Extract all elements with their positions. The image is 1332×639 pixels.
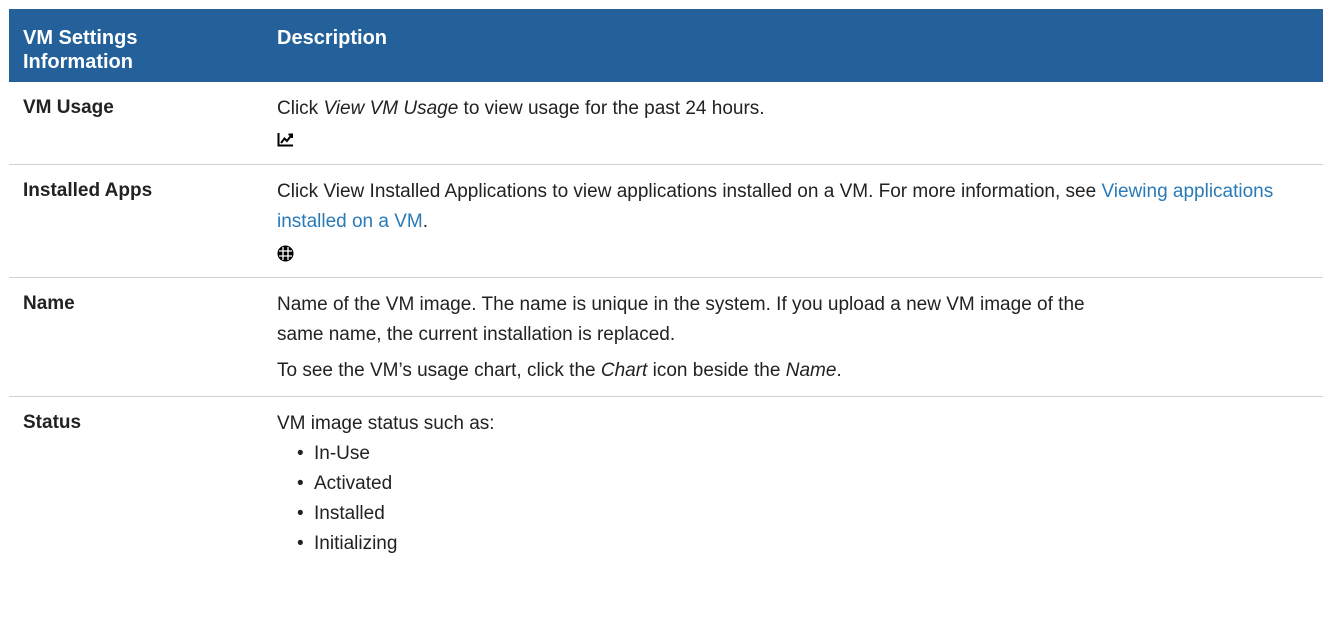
- table-row-status: Status VM image status such as: In-Use A…: [9, 397, 1323, 570]
- installed-apps-text: Click View Installed Applications to vie…: [277, 181, 1274, 232]
- row-label-vm-usage: VM Usage: [9, 82, 263, 165]
- row-label-name: Name: [9, 277, 263, 397]
- row-label-installed-apps: Installed Apps: [9, 164, 263, 278]
- grid-icon[interactable]: [277, 245, 294, 262]
- row-desc-status: VM image status such as: In-Use Activate…: [263, 397, 1323, 570]
- row-label-status: Status: [23, 412, 82, 433]
- name-para1: Name of the VM image. The name is unique…: [277, 294, 1085, 345]
- name-para2: To see the VM’s usage chart, click the C…: [277, 360, 842, 381]
- status-list: In-Use Activated Installed Initializing: [277, 439, 1309, 559]
- header-col1-text: VM Settings Information: [23, 27, 138, 73]
- list-item: In-Use: [297, 439, 1309, 469]
- vm-settings-table: VM Settings Information Description VM U…: [9, 9, 1323, 569]
- table-row-installed-apps: Installed Apps Click View Installed Appl…: [9, 164, 1323, 278]
- row-desc-installed-apps: Click View Installed Applications to vie…: [263, 164, 1323, 278]
- table-header-row: VM Settings Information Description: [9, 9, 1323, 82]
- table-row-name: Name Name of the VM image. The name is u…: [9, 277, 1323, 397]
- status-intro: VM image status such as:: [277, 413, 495, 434]
- list-item: Initializing: [297, 529, 1309, 559]
- header-description: Description: [263, 9, 1323, 82]
- header-vm-settings-information: VM Settings Information: [9, 9, 263, 82]
- list-item: Activated: [297, 469, 1309, 499]
- view-vm-usage-emphasis: View VM Usage: [323, 98, 459, 119]
- row-desc-name: Name of the VM image. The name is unique…: [263, 277, 1323, 397]
- row-desc-vm-usage: Click View VM Usage to view usage for th…: [263, 82, 1323, 165]
- table-row-vm-usage: VM Usage Click View VM Usage to view usa…: [9, 82, 1323, 165]
- chart-icon[interactable]: [277, 132, 294, 147]
- list-item: Installed: [297, 499, 1309, 529]
- vm-usage-text: Click View VM Usage to view usage for th…: [277, 98, 765, 119]
